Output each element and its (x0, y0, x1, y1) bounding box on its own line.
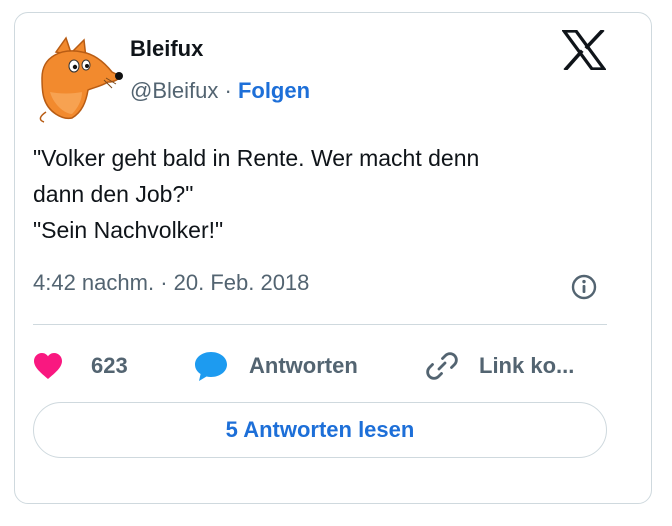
reply-button[interactable]: Antworten (193, 346, 358, 386)
speech-bubble-icon (195, 352, 227, 381)
fox-avatar-icon[interactable] (32, 32, 124, 124)
follow-button[interactable]: Folgen (238, 78, 310, 103)
tweet-text: "Volker geht bald in Rente. Wer macht de… (33, 140, 623, 248)
copy-link-button[interactable]: Link ko... (425, 346, 574, 386)
tweet-text-line: "Sein Nachvolker!" (33, 217, 224, 243)
like-count: 623 (91, 353, 128, 378)
author-name[interactable]: Bleifux (130, 36, 203, 62)
handle-separator: · (218, 78, 238, 103)
copy-link-label: Link ko... (479, 353, 575, 378)
x-logo-icon[interactable] (562, 30, 606, 70)
link-icon (426, 352, 458, 380)
author-handle[interactable]: @Bleifux (130, 78, 218, 103)
read-replies-button[interactable]: 5 Antworten lesen (33, 402, 607, 458)
tweet-actions: 623 Antworten Link ko... (33, 346, 623, 386)
like-button[interactable]: 623 (33, 346, 128, 386)
author-handle-line: @Bleifux · Folgen (130, 78, 310, 104)
reply-label: Antworten (249, 353, 358, 378)
divider (33, 324, 607, 325)
tweet-timestamp[interactable]: 4:42 nachm. · 20. Feb. 2018 (33, 270, 309, 296)
heart-icon (34, 353, 62, 379)
tweet-text-line: "Volker geht bald in Rente. Wer macht de… (33, 145, 480, 171)
tweet-text-line: dann den Job?" (33, 181, 194, 207)
info-icon[interactable] (571, 274, 597, 300)
